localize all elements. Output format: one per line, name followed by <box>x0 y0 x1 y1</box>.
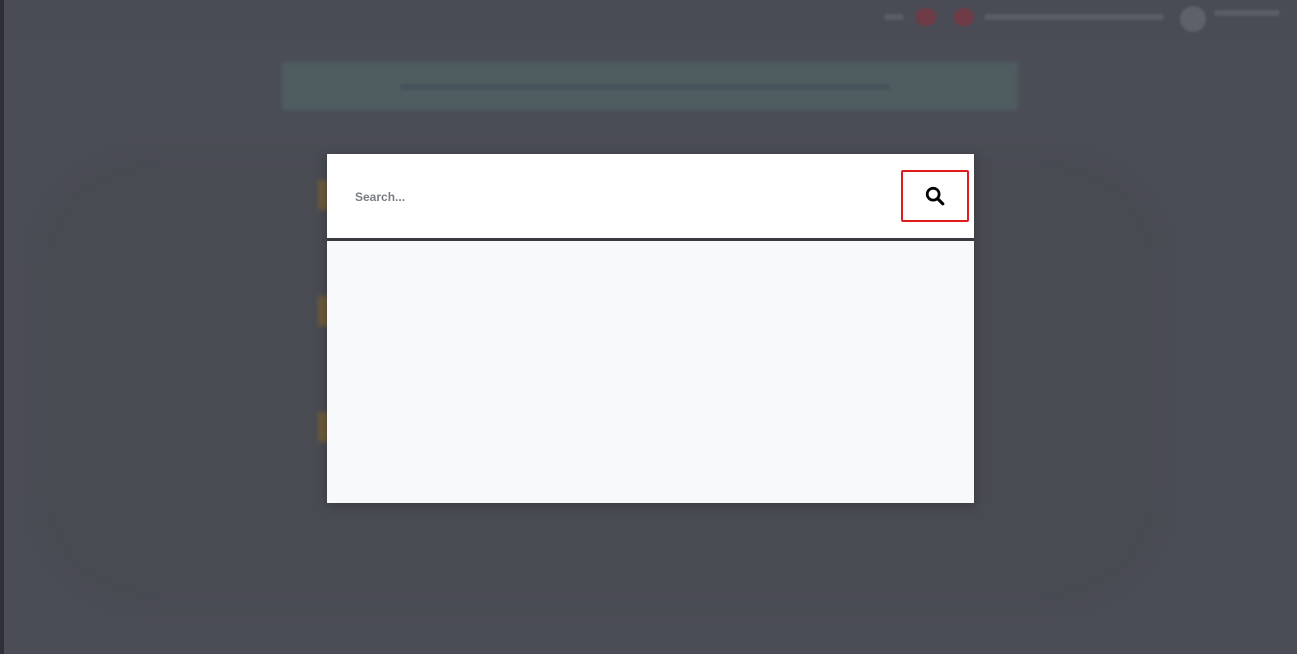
background-topbar-item <box>1214 10 1280 16</box>
flag-icon <box>916 8 936 26</box>
search-results-area <box>327 241 974 503</box>
avatar <box>1180 6 1206 32</box>
background-topbar-item <box>884 14 904 20</box>
search-bar <box>327 154 974 241</box>
background-left-strip <box>0 0 4 654</box>
flag-icon <box>954 8 974 26</box>
search-button[interactable] <box>901 170 969 222</box>
search-icon <box>925 186 945 206</box>
search-modal <box>327 154 974 503</box>
background-topbar <box>4 0 1297 40</box>
background-topbar-item <box>984 14 1164 20</box>
search-input[interactable] <box>347 180 903 214</box>
background-banner-text <box>400 84 890 90</box>
